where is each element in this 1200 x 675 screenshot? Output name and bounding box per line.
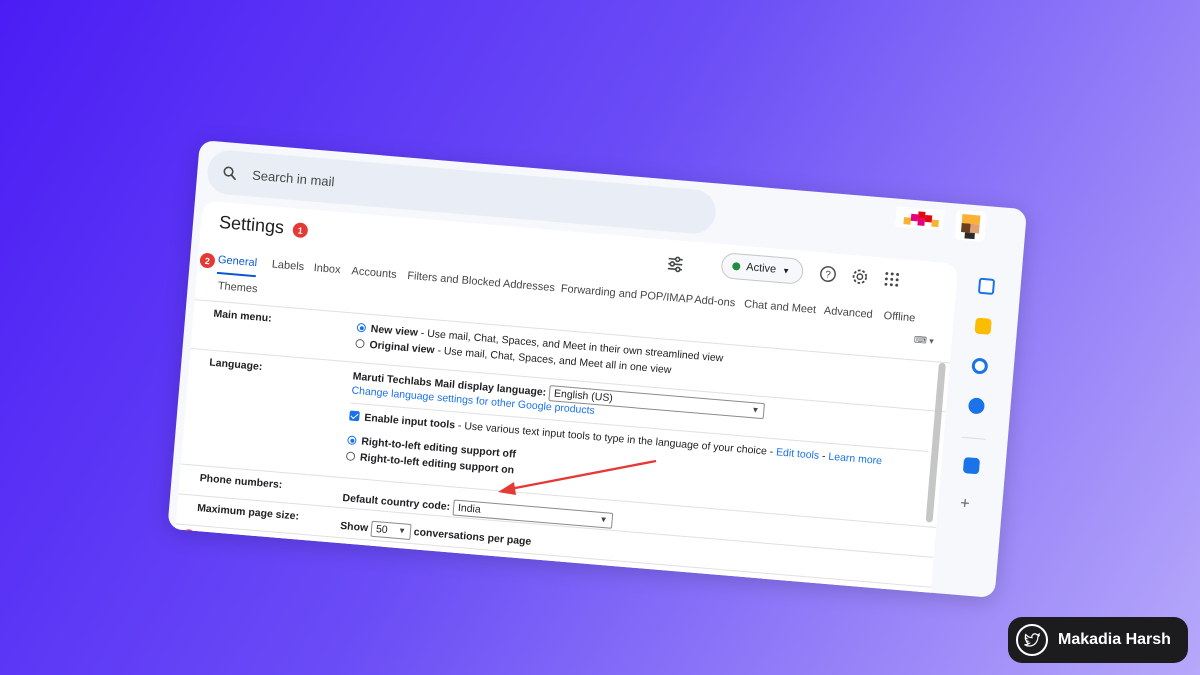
twitter-badge: Makadia Harsh	[1008, 617, 1188, 663]
tab-advanced[interactable]: Advanced	[823, 305, 873, 321]
org-logo	[895, 206, 945, 231]
help-icon[interactable]: ?	[818, 264, 837, 283]
step-badge-3: 3	[180, 528, 197, 546]
tab-chat-meet[interactable]: Chat and Meet	[744, 298, 817, 316]
keep-icon[interactable]	[974, 317, 992, 335]
radio-icon[interactable]	[356, 322, 367, 333]
twitter-bird-icon	[1016, 624, 1048, 656]
divider	[961, 436, 986, 440]
settings-panel: Settings 1 Active ▼ ? 2 General Labels I…	[174, 200, 959, 599]
setting-label: Default reply behavior:	[191, 565, 306, 588]
undo-send-row: Send cancellation period: 5 ▼ seconds	[336, 553, 542, 583]
search-options-icon[interactable]	[664, 253, 686, 275]
setting-label: Undo Send:	[198, 532, 258, 550]
tab-offline[interactable]: Offline	[883, 310, 915, 325]
chevron-down-icon: ▼	[781, 265, 791, 276]
step-badge-1: 1	[292, 222, 309, 239]
step-badge-2: 2	[199, 252, 216, 269]
tasks-icon[interactable]	[971, 357, 989, 375]
tab-inbox[interactable]: Inbox	[313, 262, 341, 276]
gmail-window: Search in mail Settings 1 Active ▼ ? 2 G…	[167, 140, 1028, 599]
keyboard-icon[interactable]: ⌨ ▾	[913, 334, 936, 348]
edit-tools-link[interactable]: Edit tools	[776, 446, 820, 462]
tab-accounts[interactable]: Accounts	[351, 265, 397, 281]
svg-text:?: ?	[825, 269, 832, 280]
tab-general[interactable]: General	[216, 253, 258, 278]
setting-label: Language:	[208, 356, 263, 373]
avatar[interactable]	[954, 209, 987, 242]
arrow-pointer-icon	[498, 459, 657, 495]
learn-more-link[interactable]: Learn more	[828, 451, 883, 467]
status-dot-icon	[731, 261, 741, 271]
gear-icon[interactable]	[850, 267, 869, 286]
tab-themes[interactable]: Themes	[217, 280, 258, 295]
cancellation-period-select[interactable]: 5 ▼	[466, 562, 497, 582]
page-size-select[interactable]: 50 ▼	[370, 520, 412, 540]
checkbox-icon[interactable]	[349, 410, 360, 422]
tab-addons[interactable]: Add-ons	[694, 294, 736, 309]
setting-label: Main menu:	[213, 307, 273, 325]
add-icon[interactable]: +	[959, 495, 971, 514]
search-icon[interactable]	[221, 163, 239, 181]
tab-labels[interactable]: Labels	[271, 258, 304, 273]
search-placeholder: Search in mail	[251, 167, 336, 189]
radio-icon[interactable]	[355, 338, 365, 349]
radio-icon[interactable]	[334, 586, 345, 597]
twitter-name: Makadia Harsh	[1058, 631, 1171, 648]
zoom-icon[interactable]	[962, 457, 981, 475]
contacts-icon[interactable]	[967, 397, 986, 415]
radio-icon[interactable]	[347, 435, 357, 446]
status-dropdown[interactable]: Active ▼	[720, 252, 805, 285]
radio-icon[interactable]	[345, 451, 356, 462]
setting-label: Phone numbers:	[199, 472, 283, 492]
reply-option[interactable]: Reply	[334, 586, 378, 598]
status-label: Active	[745, 261, 777, 276]
apps-grid-icon[interactable]	[882, 270, 901, 289]
calendar-icon[interactable]	[977, 277, 996, 295]
page-title: Settings	[218, 211, 285, 238]
setting-label: Maximum page size:	[196, 502, 300, 523]
